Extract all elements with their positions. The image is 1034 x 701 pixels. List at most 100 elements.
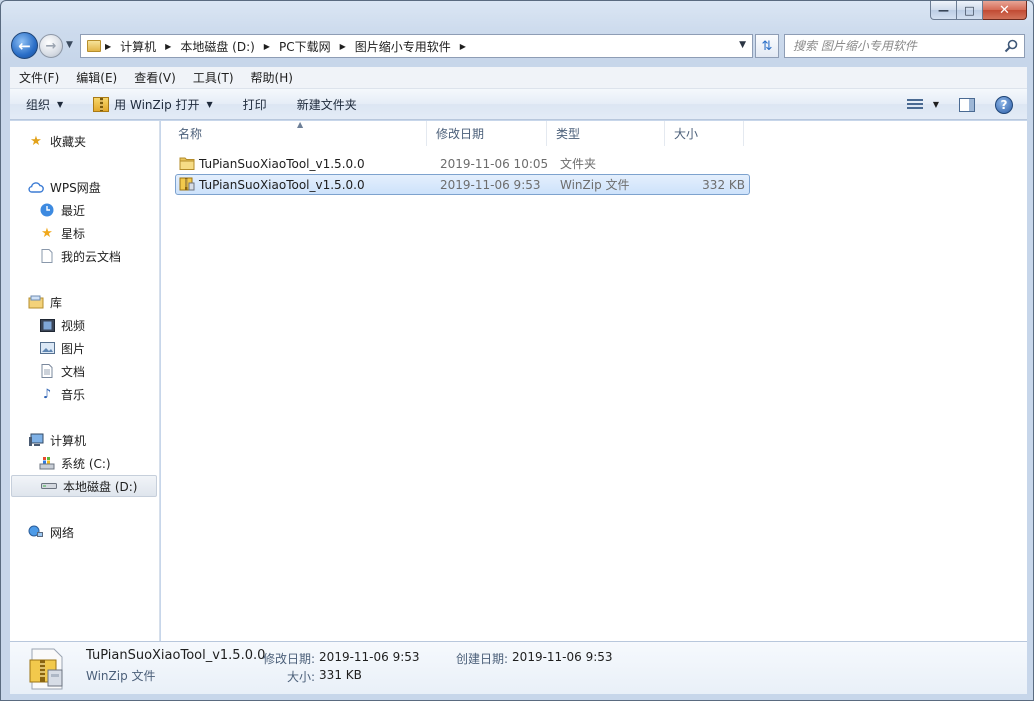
table-row[interactable]: TuPianSuoXiaoTool_v1.5.0.0 2019-11-06 10…: [175, 153, 750, 174]
breadcrumb-current-folder[interactable]: 图片缩小专用软件: [350, 35, 456, 57]
nav-label: 我的云文档: [61, 249, 122, 264]
nav-drive-c[interactable]: 系统 (C:): [10, 452, 158, 474]
change-view-icon[interactable]: [906, 98, 923, 111]
breadcrumb-computer[interactable]: 计算机: [115, 35, 161, 57]
nav-starred[interactable]: ★ 星标: [10, 222, 158, 244]
details-value: 2019-11-06 9:53: [512, 650, 613, 664]
chevron-down-icon: ▼: [206, 99, 213, 109]
star-icon: ★: [30, 133, 42, 149]
minimize-button[interactable]: —: [930, 1, 957, 20]
document-icon: [39, 363, 55, 379]
breadcrumb-separator-icon[interactable]: ▶: [340, 42, 346, 51]
library-icon: [28, 294, 44, 310]
file-size: 332 KB: [702, 177, 745, 192]
details-pane: TuPianSuoXiaoTool_v1.5.0.0 WinZip 文件 修改日…: [10, 641, 1027, 694]
nav-label: 视频: [61, 318, 86, 333]
nav-documents[interactable]: 文档: [10, 360, 158, 382]
nav-music[interactable]: ♪ 音乐: [10, 383, 158, 405]
explorer-window: — □ ✕ ← → ▼ ▶ 计算机 ▶ 本地磁盘 (D:) ▶ PC下载网 ▶ …: [0, 0, 1034, 701]
nav-label: 图片: [61, 341, 86, 356]
address-folder-icon: [87, 40, 101, 52]
address-history-dropdown[interactable]: ▼: [739, 40, 746, 50]
nav-computer[interactable]: 计算机: [10, 429, 158, 451]
details-size: 大小: 331 KB: [287, 668, 362, 685]
search-box[interactable]: [784, 34, 1025, 58]
new-folder-button[interactable]: 新建文件夹: [281, 89, 371, 120]
details-file-name: TuPianSuoXiaoTool_v1.5.0.0: [86, 648, 266, 663]
nav-label: 最近: [61, 203, 86, 218]
column-label: 名称: [178, 127, 203, 141]
nav-favorites[interactable]: ★ 收藏夹: [10, 130, 158, 152]
details-created: 创建日期: 2019-11-06 9:53: [456, 650, 613, 667]
nav-label: 网络: [50, 525, 75, 540]
star-icon: ★: [41, 225, 53, 241]
column-header-size[interactable]: 大小: [665, 121, 744, 146]
search-input[interactable]: [793, 39, 998, 53]
breadcrumb-separator-icon[interactable]: ▶: [460, 42, 466, 51]
preview-pane-icon[interactable]: [959, 97, 975, 112]
recent-pages-dropdown[interactable]: ▼: [66, 40, 73, 50]
file-name-cell: TuPianSuoXiaoTool_v1.5.0.0: [176, 174, 437, 195]
column-header-type[interactable]: 类型: [547, 121, 665, 146]
nav-videos[interactable]: 视频: [10, 314, 158, 336]
column-label: 修改日期: [436, 127, 485, 141]
back-button[interactable]: ←: [11, 32, 38, 59]
menu-edit[interactable]: 编辑(E): [67, 67, 125, 89]
nav-recent[interactable]: 最近: [10, 199, 158, 221]
details-modified: 修改日期: 2019-11-06 9:53: [263, 650, 420, 667]
address-bar[interactable]: ▶ 计算机 ▶ 本地磁盘 (D:) ▶ PC下载网 ▶ 图片缩小专用软件 ▶ ▼: [80, 34, 753, 58]
menu-bar: 文件(F) 编辑(E) 查看(V) 工具(T) 帮助(H): [10, 67, 1027, 89]
file-name: TuPianSuoXiaoTool_v1.5.0.0: [199, 156, 365, 171]
details-label: 大小:: [287, 670, 316, 684]
details-value: 331 KB: [319, 668, 362, 682]
menu-view[interactable]: 查看(V): [125, 67, 184, 89]
forward-arrow-icon: →: [45, 38, 57, 54]
network-icon: [28, 524, 44, 540]
nav-drive-d[interactable]: 本地磁盘 (D:): [11, 475, 157, 497]
nav-label: 本地磁盘 (D:): [63, 479, 138, 494]
music-note-icon: ♪: [42, 386, 52, 402]
nav-libraries[interactable]: 库: [10, 291, 158, 313]
clock-icon: [39, 202, 55, 218]
nav-label: 系统 (C:): [61, 456, 111, 471]
breadcrumb-drive-d[interactable]: 本地磁盘 (D:): [175, 35, 259, 57]
maximize-button[interactable]: □: [957, 1, 983, 20]
nav-label: 收藏夹: [50, 134, 87, 149]
print-button[interactable]: 打印: [227, 89, 281, 120]
open-with-label: 用 WinZip 打开: [114, 97, 200, 112]
file-size: [675, 153, 749, 174]
breadcrumb-separator-icon[interactable]: ▶: [105, 42, 111, 51]
open-with-winzip-button[interactable]: 用 WinZip 打开 ▼: [77, 89, 227, 120]
file-name: TuPianSuoXiaoTool_v1.5.0.0: [199, 177, 365, 192]
details-value: 2019-11-06 9:53: [319, 650, 420, 664]
file-type: 文件夹: [560, 157, 597, 171]
nav-label: 星标: [61, 226, 86, 241]
file-list: 名称 修改日期 类型 大小 ▲ TuPianSuoXiaoTool_v1.5.0…: [161, 120, 1027, 641]
help-icon[interactable]: ?: [995, 95, 1013, 114]
forward-button[interactable]: →: [39, 34, 63, 58]
organize-button[interactable]: 组织 ▼: [10, 89, 77, 120]
nav-pictures[interactable]: 图片: [10, 337, 158, 359]
breadcrumb-separator-icon[interactable]: ▶: [264, 42, 270, 51]
column-header-modified[interactable]: 修改日期: [427, 121, 547, 146]
menu-help[interactable]: 帮助(H): [242, 67, 301, 89]
column-label: 大小: [674, 127, 699, 141]
nav-network[interactable]: 网络: [10, 521, 158, 543]
search-icon[interactable]: [1004, 39, 1018, 53]
breadcrumb-separator-icon[interactable]: ▶: [165, 42, 171, 51]
close-button[interactable]: ✕: [983, 1, 1027, 20]
column-headers: 名称 修改日期 类型 大小: [169, 121, 744, 146]
winzip-icon: [93, 96, 110, 112]
menu-file[interactable]: 文件(F): [10, 67, 67, 89]
view-options-dropdown[interactable]: ▼: [933, 100, 939, 109]
winzip-file-icon: [179, 177, 195, 191]
nav-label: 音乐: [61, 387, 86, 402]
command-bar: 组织 ▼ 用 WinZip 打开 ▼ 打印 新建文件夹 ▼ ?: [10, 89, 1027, 120]
nav-cloud-docs[interactable]: 我的云文档: [10, 245, 158, 267]
menu-tools[interactable]: 工具(T): [184, 67, 242, 89]
refresh-button[interactable]: ⇅: [755, 34, 779, 58]
table-row[interactable]: TuPianSuoXiaoTool_v1.5.0.0 2019-11-06 9:…: [175, 174, 750, 195]
nav-wps-cloud[interactable]: WPS网盘: [10, 176, 158, 198]
breadcrumb-pcdownload[interactable]: PC下载网: [274, 35, 336, 57]
file-modified: 2019-11-06 10:05: [440, 156, 549, 171]
